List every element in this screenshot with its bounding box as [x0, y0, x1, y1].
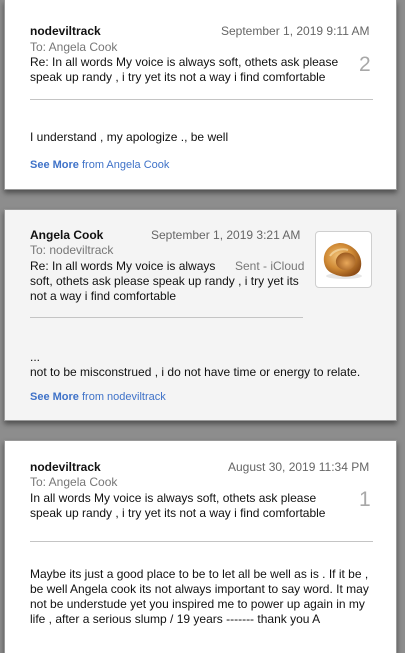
subject-line: speak up randy , i try yet its not a way… — [30, 70, 326, 84]
message-card[interactable]: Angela Cook September 1, 2019 3:21 AM To… — [4, 209, 397, 421]
divider — [30, 541, 373, 542]
thread-count: 2 — [359, 53, 371, 76]
sender-name: nodeviltrack — [30, 24, 101, 38]
recipient-line: To: Angela Cook — [30, 40, 118, 54]
message-card[interactable]: nodeviltrack August 30, 2019 11:34 PM To… — [4, 440, 397, 653]
body-line: Maybe its just a good place to be to let… — [30, 567, 369, 581]
message-date: September 1, 2019 9:11 AM — [221, 24, 370, 38]
see-more-label: See More — [30, 391, 79, 403]
see-more-link[interactable]: See More from Angela Cook — [30, 159, 169, 171]
subject-line: not a way i find comfortable — [30, 289, 177, 303]
subject: Re: In all words My voice is always soft… — [30, 55, 338, 85]
see-more-source: from Angela Cook — [78, 159, 170, 171]
see-more-label: See More — [30, 159, 79, 171]
subject-line: speak up randy , i try yet its not a way… — [30, 506, 326, 520]
subject: In all words My voice is always soft, ot… — [30, 491, 325, 521]
body-line: life , after a serious slump / 19 years … — [30, 612, 321, 626]
message-body: ... not to be misconstrued , i do not ha… — [30, 350, 360, 380]
see-more-source: from nodeviltrack — [78, 391, 166, 403]
subject-line: soft, othets ask please speak up randy ,… — [30, 274, 299, 288]
fortune-cookie-icon — [323, 242, 362, 279]
message-body: I understand , my apologize ., be well — [30, 130, 228, 145]
body-line: not to be misconstrued , i do not have t… — [30, 365, 361, 379]
divider — [30, 99, 373, 100]
thread-count: 1 — [359, 488, 371, 511]
attachment-thumbnail[interactable] — [315, 231, 372, 288]
recipient-line: To: Angela Cook — [30, 475, 118, 489]
message-date: September 1, 2019 3:21 AM — [151, 228, 301, 242]
see-more-link[interactable]: See More from nodeviltrack — [30, 391, 166, 403]
sender-name: Angela Cook — [30, 228, 104, 242]
body-line: be well Angela cook its not always impor… — [30, 582, 369, 596]
message-date: August 30, 2019 11:34 PM — [228, 460, 370, 474]
body-line: ... — [30, 350, 41, 364]
subject-line: Re: In all words My voice is always soft… — [30, 55, 339, 69]
subject-line: In all words My voice is always soft, ot… — [30, 491, 317, 505]
sender-name: nodeviltrack — [30, 460, 101, 474]
body-line: not be understude yet you inspired me to… — [30, 597, 365, 611]
recipient-line: To: nodeviltrack — [30, 243, 114, 257]
divider — [30, 317, 303, 318]
message-card[interactable]: nodeviltrack September 1, 2019 9:11 AM T… — [4, 0, 397, 190]
sent-mailbox-label: Sent - iCloud — [235, 259, 305, 273]
body-line: I understand , my apologize ., be well — [30, 130, 229, 144]
message-body: Maybe its just a good place to be to let… — [30, 567, 369, 627]
